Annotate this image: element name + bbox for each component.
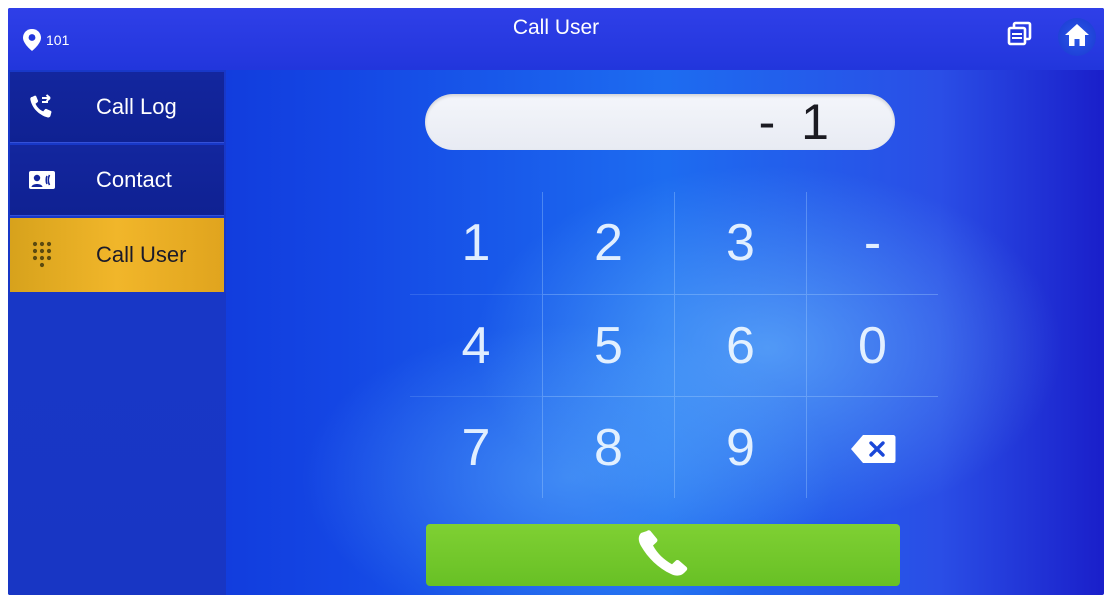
sidebar-item-call-log[interactable]: Call Log [10,72,224,143]
home-button[interactable] [1058,18,1096,56]
multi-window-icon [1006,20,1034,53]
delete-key[interactable] [806,396,938,498]
multi-window-button[interactable] [1004,20,1036,52]
sidebar-item-label: Call User [96,242,187,267]
key-5[interactable]: 5 [542,294,674,396]
sidebar-item-call-user[interactable]: Call User [10,218,224,292]
top-bar: 101 Call User [8,8,1104,70]
sidebar: Call Log Contact Call User [8,70,226,595]
key-9[interactable]: 9 [674,396,806,498]
key-3[interactable]: 3 [674,192,806,294]
dialpad-icon [28,241,56,269]
call-button[interactable] [426,524,900,586]
key-6[interactable]: 6 [674,294,806,396]
key-0[interactable]: 0 [806,294,938,396]
intercom-screen: 101 Call User Call Log Contact Call User… [8,8,1104,595]
phone-icon [635,527,691,584]
page-title: Call User [512,16,600,39]
key-7[interactable]: 7 [410,396,542,498]
dial-number-value: - 1 [758,94,835,150]
sidebar-item-contact[interactable]: Contact [10,145,224,216]
key-4[interactable]: 4 [410,294,542,396]
contact-card-icon [28,166,56,194]
dial-keypad: 1 2 3 - 4 5 6 0 7 8 9 [410,192,938,498]
key-8[interactable]: 8 [542,396,674,498]
sidebar-item-label: Call Log [96,94,177,119]
call-log-icon [28,93,56,121]
dial-number-field[interactable]: - 1 [425,94,895,150]
backspace-icon [849,418,897,478]
key-2[interactable]: 2 [542,192,674,294]
sidebar-item-label: Contact [96,167,172,192]
home-icon [1063,22,1091,53]
key-dash[interactable]: - [806,192,938,294]
key-1[interactable]: 1 [410,192,542,294]
